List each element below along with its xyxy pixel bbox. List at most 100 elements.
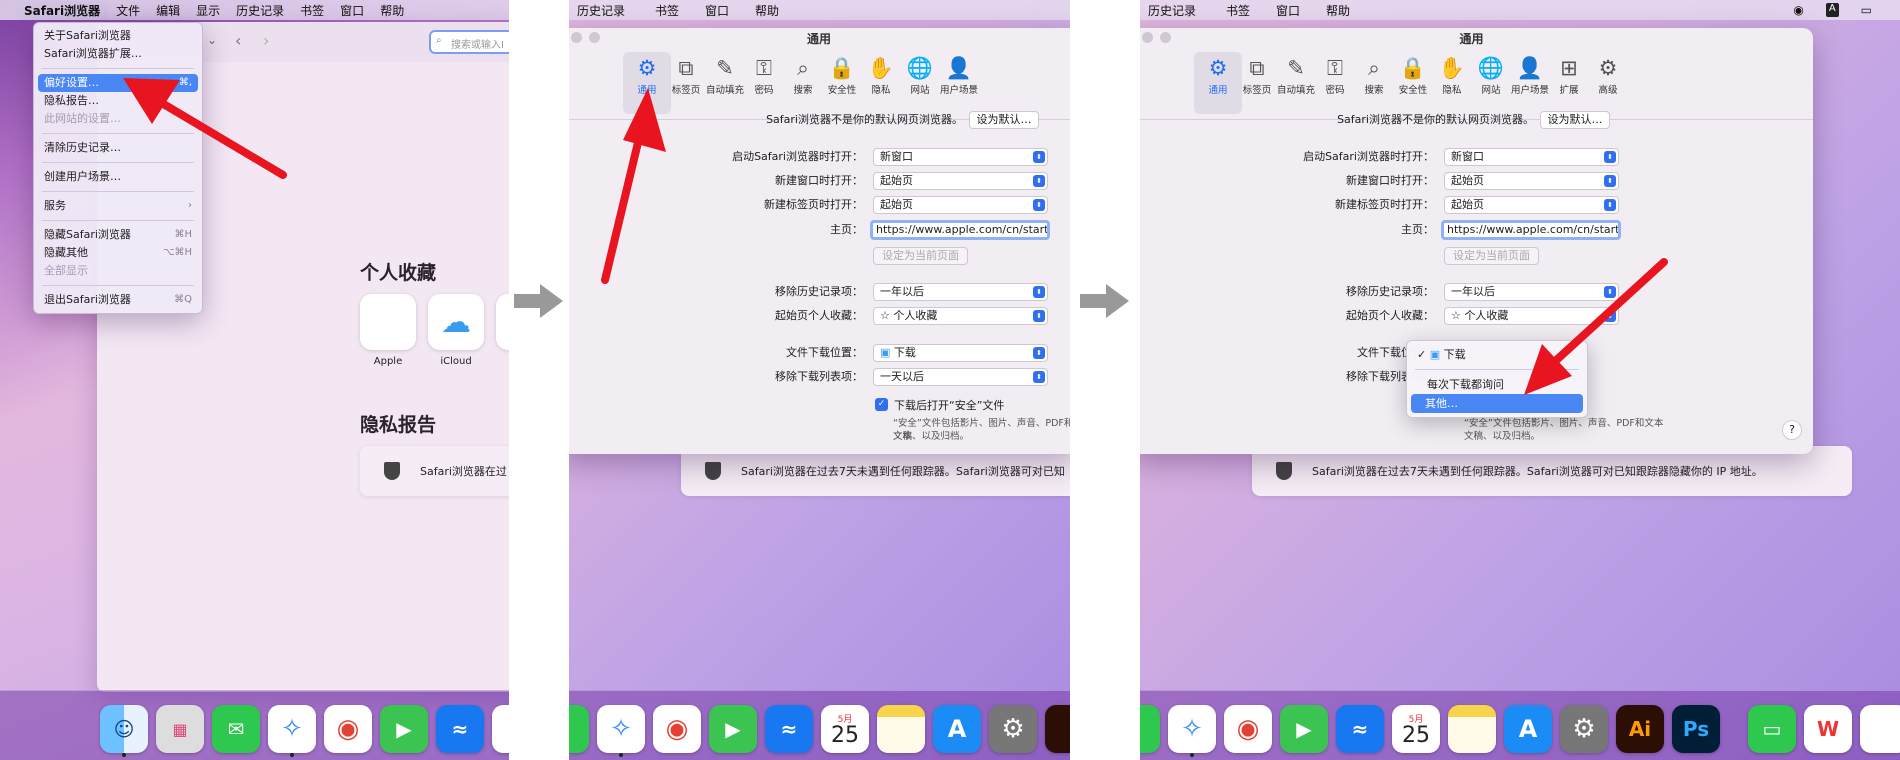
illustrator-partial-icon[interactable] — [1045, 705, 1070, 753]
menu-item[interactable]: 隐藏Safari浏览器 ⌘H — [34, 226, 202, 244]
tab-8[interactable]: 👤 用户场景 — [935, 52, 983, 114]
menu-window[interactable]: 窗口 — [697, 2, 737, 19]
app-store-icon[interactable]: A — [933, 705, 981, 753]
remove-history-select[interactable]: 一年以后 ⬍ — [1444, 283, 1619, 301]
new-tab-select[interactable]: 起始页 ⬍ — [1444, 196, 1619, 214]
menu-item[interactable]: 隐私报告… — [34, 92, 202, 110]
favorite-apple[interactable] — [360, 294, 416, 350]
favorites-select[interactable]: ☆ 个人收藏 ⬍ — [1444, 307, 1619, 325]
messages-icon[interactable]: ▭ — [1748, 705, 1796, 753]
menu-bookmarks[interactable]: 书签 — [1218, 2, 1258, 19]
menu-item[interactable]: 隐藏其他 ⌥⌘H — [34, 244, 202, 262]
sidebar-chevron-icon[interactable]: ⌄ — [207, 33, 217, 47]
menu-window[interactable]: 窗口 — [1268, 2, 1308, 19]
lark-icon[interactable]: ≈ — [1336, 705, 1384, 753]
wechat-icon[interactable] — [569, 705, 589, 753]
search-input[interactable]: ⌕ 搜索或输入I — [429, 30, 509, 54]
menu-item-label: 隐藏其他 — [44, 246, 88, 259]
wps-icon[interactable]: W — [1804, 705, 1852, 753]
menu-item[interactable]: 服务 › — [34, 197, 202, 215]
remove-downloads-select[interactable]: 一天以后 ⬍ — [873, 368, 1048, 386]
finder-icon[interactable]: ☺ — [100, 705, 148, 753]
facetime-icon[interactable]: ▶ — [1280, 705, 1328, 753]
chrome-icon[interactable]: ◉ — [1224, 705, 1272, 753]
open-safe-files-checkbox[interactable]: ✓ — [875, 398, 888, 411]
menu-item[interactable]: 关于Safari浏览器 — [34, 27, 202, 45]
menu-history[interactable]: 历史记录 — [1140, 2, 1204, 19]
notes-icon[interactable] — [1448, 705, 1496, 753]
new-window-select[interactable]: 起始页 ⬍ — [873, 172, 1048, 190]
set-default-button[interactable]: 设为默认… — [1540, 111, 1610, 129]
step-gap-2 — [1070, 0, 1140, 760]
illustrator-icon[interactable]: Ai — [1616, 705, 1664, 753]
favorites-select[interactable]: ☆ 个人收藏 ⬍ — [873, 307, 1048, 325]
privacy-report-card[interactable]: Safari浏览器在过 — [360, 446, 509, 496]
menu-bookmarks[interactable]: 书签 — [292, 2, 332, 19]
tab-10[interactable]: ⚙ 高级 — [1584, 52, 1632, 114]
facetime-icon[interactable]: ▶ — [380, 705, 428, 753]
popup-item-downloads[interactable]: ✓ ▣ 下载 — [1407, 345, 1587, 364]
menu-help[interactable]: 帮助 — [372, 2, 412, 19]
homepage-input[interactable]: https://www.apple.com/cn/startpa — [1441, 220, 1621, 240]
partial-dock-icon[interactable] — [1860, 705, 1900, 753]
menu-safari[interactable]: Safari浏览器 — [16, 0, 109, 20]
app-store-icon[interactable]: A — [1504, 705, 1552, 753]
lark-icon[interactable]: ≈ — [436, 705, 484, 753]
menu-window[interactable]: 窗口 — [332, 2, 372, 19]
facetime-icon[interactable]: ▶ — [709, 705, 757, 753]
set-default-button[interactable]: 设为默认… — [969, 111, 1039, 129]
safari-dock-icon[interactable]: ✧ — [597, 705, 645, 753]
safari-dock-icon[interactable]: ✧ — [268, 705, 316, 753]
remove-history-select[interactable]: 一年以后 ⬍ — [873, 283, 1048, 301]
forward-icon[interactable]: › — [263, 31, 269, 50]
open-with-select[interactable]: 新窗口 ⬍ — [873, 148, 1048, 166]
popup-item-other[interactable]: 其他… — [1411, 394, 1583, 413]
calendar-icon[interactable]: 5月 25 — [1392, 705, 1440, 753]
menu-history[interactable]: 历史记录 — [228, 2, 292, 19]
menu-history[interactable]: 历史记录 — [569, 2, 633, 19]
user-icon[interactable]: ◉ — [1785, 3, 1811, 17]
menu-file[interactable]: 文件 — [108, 2, 148, 19]
new-window-select[interactable]: 起始页 ⬍ — [1444, 172, 1619, 190]
safari-dock-icon[interactable]: ✧ — [1168, 705, 1216, 753]
calendar-icon[interactable]: 5月 25 — [821, 705, 869, 753]
menu-edit[interactable]: 编辑 — [148, 2, 188, 19]
battery-icon[interactable]: ▭ — [1853, 3, 1880, 17]
open-with-select[interactable]: 新窗口 ⬍ — [1444, 148, 1619, 166]
menu-item[interactable]: 清除历史记录… — [34, 139, 202, 157]
menu-bookmarks[interactable]: 书签 — [647, 2, 687, 19]
set-current-page-button[interactable]: 设定为当前页面 — [873, 247, 968, 265]
lark-icon[interactable]: ≈ — [765, 705, 813, 753]
wechat-icon[interactable] — [1140, 705, 1160, 753]
menu-item[interactable]: 创建用户场景… — [34, 168, 202, 186]
menu-view[interactable]: 显示 — [188, 2, 228, 19]
wechat-icon[interactable]: ✉ — [212, 705, 260, 753]
homepage-input[interactable]: https://www.apple.com/cn/startpa — [870, 220, 1050, 240]
launchpad-icon[interactable]: ▦ — [156, 705, 204, 753]
menu-item[interactable]: Safari浏览器扩展… — [34, 45, 202, 63]
chrome-icon[interactable]: ◉ — [324, 705, 372, 753]
new-tab-select[interactable]: 起始页 ⬍ — [873, 196, 1048, 214]
menu-help[interactable]: 帮助 — [1318, 2, 1358, 19]
menu-item[interactable]: 偏好设置… ⌘, — [38, 74, 198, 92]
popup-item-ask[interactable]: 每次下载都询问 — [1407, 375, 1587, 394]
chrome-icon[interactable]: ◉ — [653, 705, 701, 753]
help-button[interactable]: ? — [1782, 420, 1802, 440]
download-location-select[interactable]: ▣ 下载 ⬍ — [873, 344, 1048, 362]
set-current-page-button[interactable]: 设定为当前页面 — [1444, 247, 1539, 265]
system-preferences-icon[interactable]: ⚙ — [1560, 705, 1608, 753]
input-source-icon[interactable]: A — [1825, 3, 1839, 17]
chevron-updown-icon: ⬍ — [1604, 310, 1616, 322]
notes-icon[interactable] — [877, 705, 925, 753]
back-icon[interactable]: ‹ — [235, 31, 241, 50]
calendar-partial-icon[interactable] — [492, 705, 509, 753]
system-preferences-icon[interactable]: ⚙ — [989, 705, 1037, 753]
menu-help[interactable]: 帮助 — [747, 2, 787, 19]
menu-item-shortcut: ⌘Q — [174, 294, 192, 305]
favorite-icloud[interactable]: ☁ — [428, 294, 484, 350]
chevron-updown-icon: ⬍ — [1604, 175, 1616, 187]
new-window-value: 起始页 — [880, 174, 913, 187]
favorite-partial[interactable] — [496, 294, 509, 350]
menu-item[interactable]: 退出Safari浏览器 ⌘Q — [34, 291, 202, 309]
photoshop-icon[interactable]: Ps — [1672, 705, 1720, 753]
